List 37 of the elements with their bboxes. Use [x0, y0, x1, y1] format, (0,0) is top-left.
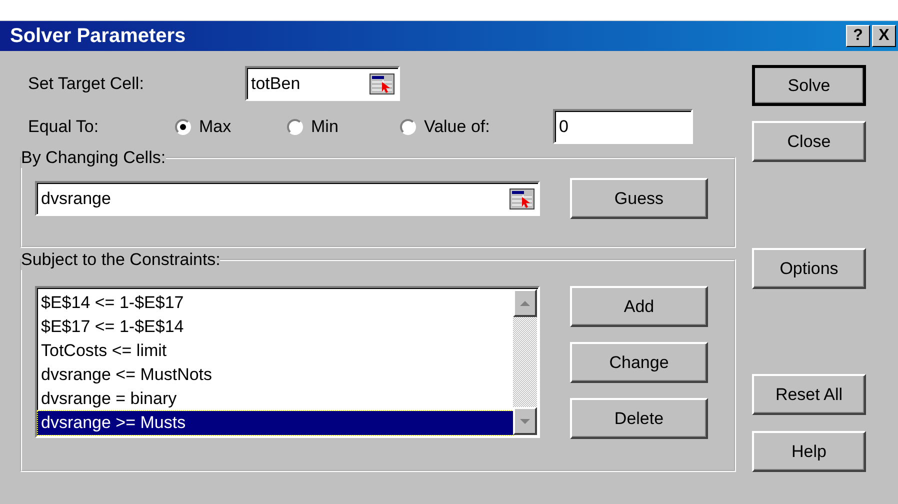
cell-picker-icon[interactable] [509, 188, 535, 210]
title-close-button[interactable]: X [872, 25, 896, 47]
constraint-item[interactable]: $E$17 <= 1-$E$14 [38, 315, 513, 339]
dialog-button[interactable]: Close [752, 121, 866, 162]
field-label: Equal To: [27, 116, 100, 136]
group-title: Subject to the Constraints: [21, 250, 220, 270]
radio-button[interactable] [287, 118, 303, 134]
field-value: 0 [559, 116, 568, 136]
changing-cells-field[interactable]: dvsrange [35, 181, 540, 216]
constraint-item[interactable]: dvsrange <= MustNots [38, 363, 513, 387]
field-value: totBen [251, 74, 300, 94]
radio-option[interactable]: Value of: [400, 116, 553, 136]
constraint-button[interactable]: Delete [570, 398, 708, 439]
dialog-button[interactable]: Reset All [752, 374, 866, 415]
dialog-button[interactable]: Help [752, 431, 866, 472]
value-field[interactable]: 0 [553, 109, 693, 144]
constraint-item[interactable]: TotCosts <= limit [38, 339, 513, 363]
constraint-item[interactable]: dvsrange = binary [38, 387, 513, 411]
dialog-button[interactable]: Solve [752, 65, 866, 106]
constraint-item[interactable]: $E$14 <= 1-$E$17 [38, 291, 513, 315]
window-title: Solver Parameters [10, 24, 186, 48]
constraint-button[interactable]: Change [570, 342, 708, 383]
field-label: Set Target Cell: [27, 74, 145, 94]
dialog-button[interactable]: Options [752, 248, 866, 289]
target-cell-field[interactable]: totBen [245, 66, 400, 101]
title-help-button[interactable]: ? [846, 25, 870, 47]
radio-option[interactable]: Max [175, 116, 287, 136]
radio-button[interactable] [175, 118, 191, 134]
cell-picker-icon[interactable] [369, 72, 395, 94]
radio-button[interactable] [400, 118, 416, 134]
field-value: dvsrange [41, 188, 111, 208]
constraint-item[interactable]: dvsrange >= Musts [38, 411, 513, 435]
constraints-list[interactable]: $E$14 <= 1-$E$17 $E$17 <= 1-$E$14 TotCosts <= limit dvsrange <= MustNots dvsrange = binary dvsrange >= Musts [35, 286, 540, 438]
group-title: By Changing Cells: [21, 148, 166, 168]
radio-option[interactable]: Min [287, 116, 400, 136]
constraint-button[interactable]: Add [570, 286, 708, 327]
guess-button[interactable]: Guess [570, 178, 708, 219]
